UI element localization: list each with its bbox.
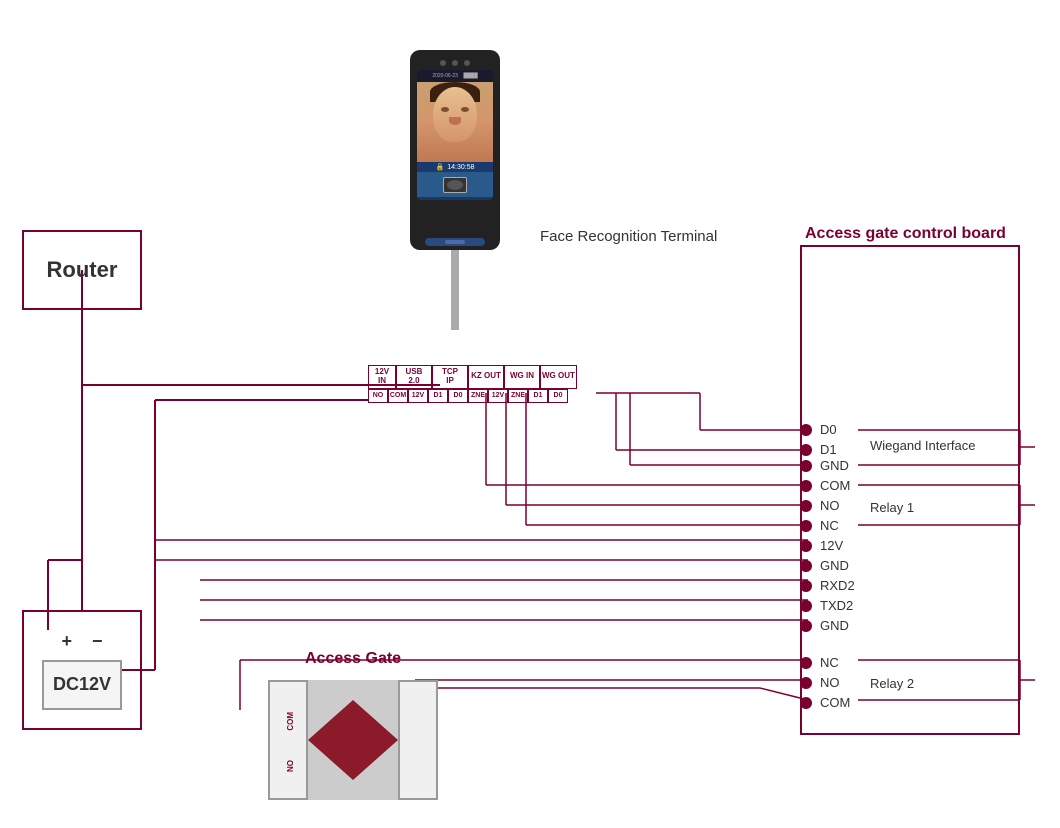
pin-d0b: D0 [548,389,568,403]
pin-no: NO [368,389,388,403]
pin-nc1-row: NC [800,518,839,533]
pin-12v-row: 12V [800,538,843,553]
pin-d0-row: D0 [800,422,837,437]
conn-group-kzout: KZ OUT [468,365,504,389]
battery-label: DC12V [53,674,111,695]
device-base [451,250,459,330]
gate-pin-no: NO [286,760,295,772]
device-screen: 2020-06-23 ████ 🔒 14:30:58 [417,70,493,200]
conn-group-usb: USB2.0 [396,365,432,389]
pin-zne2: ZNE [508,389,528,403]
camera-dot-2 [452,60,458,66]
gate-device: COM NO [268,680,438,800]
conn-group-wgin: WG IN [504,365,540,389]
pin-12v: 12V [408,389,428,403]
pin-label-com2: COM [820,695,850,710]
pin-dot-d1 [800,444,812,456]
pin-dot-nc2 [800,657,812,669]
pin-nc2-row: NC [800,655,839,670]
terminal-device: 2020-06-23 ████ 🔒 14:30:58 [390,50,520,330]
connector-block: 12VIN USB2.0 TCPIP KZ OUT WG IN WG OUT N… [368,365,577,403]
pin-dot-txd2 [800,600,812,612]
wiegand-interface-label: Wiegand Interface [870,438,976,453]
pin-label-d1: D1 [820,442,837,457]
pin-dot-no2 [800,677,812,689]
conn-group-tcp: TCPIP [432,365,468,389]
connector-bottom-row: NO COM 12V D1 D0 ZNE 12V ZNE D1 D0 [368,389,577,403]
pin-dot-no1 [800,500,812,512]
board-title: Access gate control board [805,225,1006,243]
terminal-plus: + [61,631,72,652]
pin-d1b: D1 [528,389,548,403]
battery-box: + − DC12V [22,610,142,730]
pin-label-nc2: NC [820,655,839,670]
pin-label-gnd3: GND [820,618,849,633]
camera-row [440,60,470,66]
battery-cell: DC12V [42,660,122,710]
relay1-label: Relay 1 [870,500,914,515]
pin-label-com1: COM [820,478,850,493]
access-gate-label: Access Gate [305,650,401,668]
camera-dot-1 [440,60,446,66]
pin-com1-row: COM [800,478,850,493]
gate-center [308,680,398,800]
pin-d0: D0 [448,389,468,403]
router-label: Router [47,257,118,283]
pin-gnd2-row: GND [800,558,849,573]
pin-dot-nc1 [800,520,812,532]
terminal-minus: − [92,631,103,652]
pin-txd2-row: TXD2 [800,598,853,613]
wing-right [353,700,398,780]
pin-dot-gnd1 [800,460,812,472]
pin-d1: D1 [428,389,448,403]
pin-com: COM [388,389,408,403]
pin-rxd2-row: RXD2 [800,578,855,593]
router-box: Router [22,230,142,310]
conn-group-12v: 12VIN [368,365,396,389]
gate-right-panel [398,680,438,800]
pin-dot-12v [800,540,812,552]
pin-label-no1: NO [820,498,840,513]
pin-label-nc1: NC [820,518,839,533]
pin-dot-rxd2 [800,580,812,592]
pin-no2-row: NO [800,675,840,690]
pin-com2-row: COM [800,695,850,710]
pin-label-gnd1: GND [820,458,849,473]
gate-wings [308,695,398,785]
pin-dot-gnd2 [800,560,812,572]
pin-label-gnd2: GND [820,558,849,573]
battery-terminals: + − [61,631,102,652]
conn-group-wgout: WG OUT [540,365,577,389]
pin-label-12v: 12V [820,538,843,553]
diagram-container: Router 2020-06-23 ████ [0,0,1060,828]
pin-dot-com1 [800,480,812,492]
pin-12v2: 12V [488,389,508,403]
terminal-label: Face Recognition Terminal [540,228,717,245]
pin-gnd3-row: GND [800,618,849,633]
device-body: 2020-06-23 ████ 🔒 14:30:58 [410,50,500,250]
pin-label-rxd2: RXD2 [820,578,855,593]
wing-left [308,700,353,780]
pin-dot-d0 [800,424,812,436]
pin-d1-row: D1 [800,442,837,457]
pin-label-txd2: TXD2 [820,598,853,613]
pin-label-no2: NO [820,675,840,690]
camera-dot-3 [464,60,470,66]
pin-zne: ZNE [468,389,488,403]
screen-time: 14:30:58 [447,164,474,171]
gate-pin-com: COM [286,712,295,731]
pin-dot-com2 [800,697,812,709]
pin-label-d0: D0 [820,422,837,437]
pin-gnd1-row: GND [800,458,849,473]
relay2-label: Relay 2 [870,676,914,691]
connector-top-row: 12VIN USB2.0 TCPIP KZ OUT WG IN WG OUT [368,365,577,389]
pin-dot-gnd3 [800,620,812,632]
gate-left-panel: COM NO [268,680,308,800]
screen-face [417,82,493,162]
pin-no1-row: NO [800,498,840,513]
